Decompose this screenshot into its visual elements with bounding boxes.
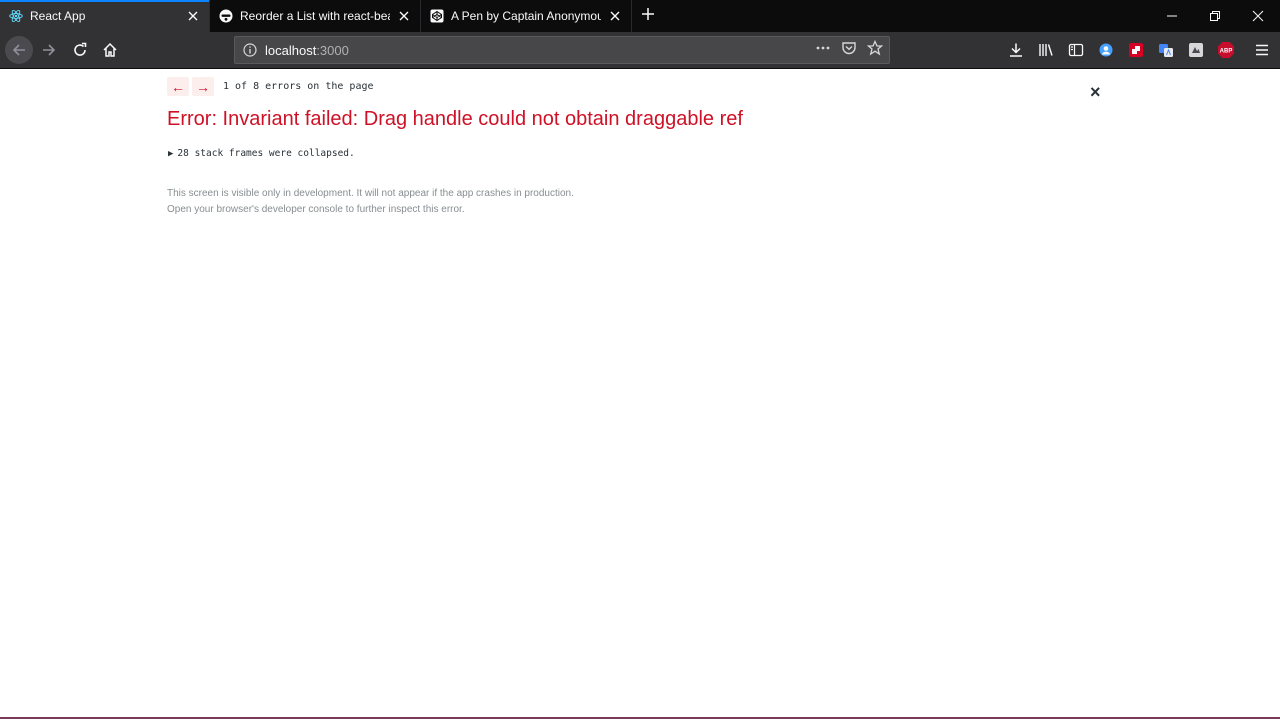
stack-frames-toggle[interactable]: ▶ 28 stack frames were collapsed.	[168, 148, 355, 159]
minimize-icon	[1167, 15, 1177, 17]
extension-puzzle-icon	[1129, 43, 1143, 57]
reload-button[interactable]	[66, 36, 94, 64]
codepen-icon	[430, 9, 444, 23]
tab-react-app[interactable]: React App	[0, 0, 210, 32]
adblock-plus-button[interactable]: ABP	[1216, 40, 1236, 60]
tab-title: Reorder a List with react-beautiful-dnd	[240, 9, 390, 23]
close-window-button[interactable]	[1237, 0, 1279, 32]
account-icon	[1099, 43, 1113, 57]
firefox-account-button[interactable]	[1096, 40, 1116, 60]
previous-error-button[interactable]: ←	[167, 77, 189, 96]
close-overlay-button[interactable]: ×	[1090, 83, 1101, 101]
extension-red-button[interactable]	[1126, 40, 1146, 60]
sidebar-button[interactable]	[1066, 40, 1086, 60]
download-icon	[1010, 43, 1022, 57]
address-bar[interactable]: localhost:3000	[234, 36, 890, 64]
url-text[interactable]: localhost:3000	[265, 43, 815, 58]
url-host: localhost	[265, 42, 317, 58]
tab-title: React App	[30, 9, 86, 23]
site-info-icon[interactable]	[235, 43, 265, 57]
hamburger-menu-icon	[1256, 44, 1268, 56]
expand-triangle-icon: ▶	[168, 149, 174, 159]
reload-icon	[74, 42, 87, 56]
restore-button[interactable]	[1194, 0, 1236, 32]
plus-icon	[641, 7, 655, 26]
screenshot-icon	[1189, 43, 1203, 57]
error-count: 1 of 8 errors on the page	[223, 81, 374, 92]
home-icon	[103, 42, 117, 57]
sidebar-icon	[1068, 43, 1084, 57]
close-icon	[1252, 10, 1264, 22]
svg-text:ABP: ABP	[1220, 49, 1233, 55]
tab-strip: React App Reorder a List with react-beau…	[0, 0, 1280, 32]
url-port: :3000	[316, 42, 349, 58]
navigation-toolbar: localhost:3000 ABP	[0, 32, 1280, 69]
overlay-footer: This screen is visible only in developme…	[167, 186, 574, 218]
pocket-icon[interactable]	[841, 40, 857, 61]
tab-codepen[interactable]: A Pen by Captain Anonymous	[421, 0, 632, 32]
screenshot-extension-button[interactable]	[1186, 40, 1206, 60]
restore-icon	[1210, 11, 1220, 21]
bookmark-star-icon[interactable]	[866, 39, 884, 61]
back-button[interactable]	[5, 36, 33, 64]
forward-button[interactable]	[35, 36, 63, 64]
minimize-button[interactable]	[1151, 0, 1193, 32]
close-tab-icon[interactable]	[185, 8, 201, 24]
footer-line-1: This screen is visible only in developme…	[167, 188, 574, 199]
downloads-button[interactable]	[1006, 40, 1026, 60]
tab-reorder-list[interactable]: Reorder a List with react-beautiful-dnd	[210, 0, 421, 32]
next-error-button[interactable]: →	[192, 77, 214, 96]
error-title: Error: Invariant failed: Drag handle cou…	[167, 108, 743, 130]
arrow-right-icon	[43, 44, 56, 56]
close-tab-icon[interactable]	[396, 8, 412, 24]
egghead-icon	[219, 9, 233, 23]
page-actions-icon[interactable]	[815, 41, 831, 60]
library-button[interactable]	[1036, 40, 1056, 60]
translate-extension-button[interactable]	[1156, 40, 1176, 60]
tab-title: A Pen by Captain Anonymous	[451, 9, 601, 23]
home-button[interactable]	[96, 36, 124, 64]
menu-button[interactable]	[1252, 40, 1272, 60]
close-tab-icon[interactable]	[607, 8, 623, 24]
error-overlay: ← → 1 of 8 errors on the page × Error: I…	[0, 69, 1280, 717]
new-tab-button[interactable]	[632, 0, 664, 32]
arrow-left-icon	[12, 44, 25, 56]
adblock-icon: ABP	[1218, 42, 1234, 58]
library-icon	[1039, 44, 1053, 56]
error-navigation: ← → 1 of 8 errors on the page	[167, 77, 374, 96]
stack-frames-text: 28 stack frames were collapsed.	[177, 148, 355, 159]
footer-line-2: Open your browser's developer console to…	[167, 204, 465, 215]
translate-icon	[1159, 44, 1173, 57]
react-icon	[9, 9, 23, 23]
